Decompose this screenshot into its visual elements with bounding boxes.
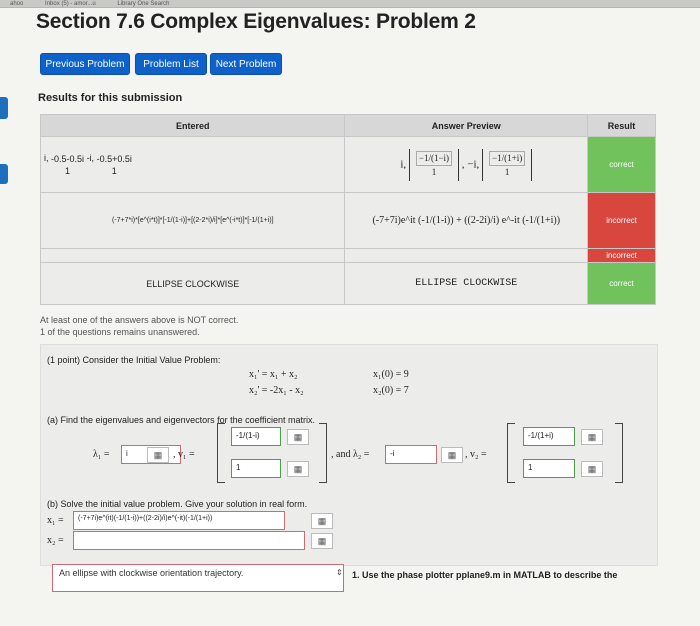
matrix-grid-icon[interactable]: ▦ — [441, 447, 463, 463]
error-message: At least one of the answers above is NOT… — [40, 315, 239, 325]
bracket-left — [217, 423, 225, 483]
side-marker — [0, 97, 8, 119]
lambda1-label: λ₁ = — [93, 449, 110, 460]
part-a-label: (a) Find the eigenvalues and eigenvector… — [47, 415, 315, 425]
initial-condition-1: x₁(0) = 9 — [373, 369, 409, 380]
v2-label: , v₂ = — [465, 449, 487, 460]
preview-cell — [344, 248, 589, 263]
table-row: (-7+7*i)*[e^(i*t)]*[-1/(1-i)]+[(2-2*i)/i… — [39, 192, 656, 249]
bracket-left — [507, 423, 515, 483]
entered-cell — [39, 248, 346, 263]
x2-input[interactable] — [73, 531, 305, 550]
preview-cell: (-7+7i)e^it (-1/(1-i)) + ((2-2i)/i) e^-i… — [344, 192, 589, 249]
v2-bottom-input[interactable]: 1 — [523, 459, 575, 478]
matrix-grid-icon[interactable]: ▦ — [581, 429, 603, 445]
entered-header: Entered — [39, 114, 346, 137]
x1-label: x₁ = — [47, 515, 64, 526]
next-problem-button[interactable]: Next Problem — [210, 53, 282, 75]
matrix-grid-icon[interactable]: ▦ — [311, 533, 333, 549]
table-row: incorrect — [39, 248, 656, 263]
updown-arrows-icon[interactable]: ⇕ — [336, 568, 343, 577]
table-row: ELLIPSE CLOCKWISE ELLIPSE CLOCKWISE corr… — [39, 262, 656, 305]
v1-bottom-input[interactable]: 1 — [231, 459, 281, 478]
status-badge: incorrect — [587, 248, 656, 263]
status-badge: correct — [587, 262, 656, 305]
browser-tab-strip: ahoo Inbox (5) - amor...u Library One Se… — [0, 0, 700, 8]
matrix-grid-icon[interactable]: ▦ — [287, 429, 309, 445]
page-title: Section 7.6 Complex Eigenvalues: Problem… — [36, 10, 476, 33]
results-heading: Results for this submission — [38, 92, 183, 104]
and-lambda2-label: , and λ₂ = — [331, 449, 370, 460]
browser-tab[interactable]: ahoo — [0, 0, 33, 7]
problem-list-button[interactable]: Problem List — [135, 53, 207, 75]
ode-equation-2: x₂' = -2x₁ - x₂ — [249, 385, 304, 396]
problem-intro: (1 point) Consider the Initial Value Pro… — [47, 355, 221, 365]
preview-header: Answer Preview — [344, 114, 589, 137]
entered-cell: (-7+7*i)*[e^(i*t)]*[-1/(1-i)]+[(2-2*i)/i… — [39, 192, 346, 249]
entered-cell: ELLIPSE CLOCKWISE — [39, 262, 346, 305]
orientation-section: An ellipse with clockwise orientation tr… — [40, 558, 658, 626]
previous-problem-button[interactable]: Previous Problem — [40, 53, 130, 75]
unanswered-message: 1 of the questions remains unanswered. — [40, 327, 200, 337]
bracket-right — [319, 423, 327, 483]
orientation-select[interactable]: An ellipse with clockwise orientation tr… — [52, 564, 344, 592]
preview-cell: i, −1/(1−i) 1 , −i, −1/(1+i) 1 — [344, 136, 589, 193]
v1-label: , v₁ = — [173, 449, 195, 460]
x1-input[interactable]: (-7+7i)e^(it)(-1/(1-i))+((2-2i)/i)e^(-it… — [73, 511, 285, 530]
status-badge: correct — [587, 136, 656, 193]
matrix-grid-icon[interactable]: ▦ — [581, 461, 603, 477]
v2-top-input[interactable]: -1/(1+i) — [523, 427, 575, 446]
side-marker — [0, 164, 8, 184]
matrix-grid-icon[interactable]: ▦ — [311, 513, 333, 529]
x2-label: x₂ = — [47, 535, 64, 546]
entered-cell: i, -0.5-0.5i 1 -i, -0.5+0.5i 1 — [39, 136, 346, 193]
matrix-grid-icon[interactable]: ▦ — [147, 447, 169, 463]
status-badge: incorrect — [587, 192, 656, 249]
table-row: i, -0.5-0.5i 1 -i, -0.5+0.5i 1 i, −1/(1−i)… — [39, 136, 656, 193]
results-table: Entered Answer Preview Result i, -0.5-0.… — [39, 114, 656, 305]
browser-tab[interactable]: Inbox (5) - amor...u — [35, 0, 106, 7]
problem-panel: (1 point) Consider the Initial Value Pro… — [40, 344, 658, 566]
bracket-right — [615, 423, 623, 483]
lambda2-input[interactable]: -i — [385, 445, 437, 464]
browser-tab[interactable]: Library One Search — [107, 0, 179, 7]
ode-equation-1: x₁' = x₁ + x₂ — [249, 369, 298, 380]
result-header: Result — [587, 114, 656, 137]
preview-cell: ELLIPSE CLOCKWISE — [344, 262, 589, 305]
v1-top-input[interactable]: -1/(1-i) — [231, 427, 281, 446]
initial-condition-2: x₂(0) = 7 — [373, 385, 409, 396]
matrix-grid-icon[interactable]: ▦ — [287, 461, 309, 477]
part-b-label: (b) Solve the initial value problem. Giv… — [47, 499, 308, 509]
orientation-instruction: 1. Use the phase plotter pplane9.m in MA… — [352, 570, 618, 580]
